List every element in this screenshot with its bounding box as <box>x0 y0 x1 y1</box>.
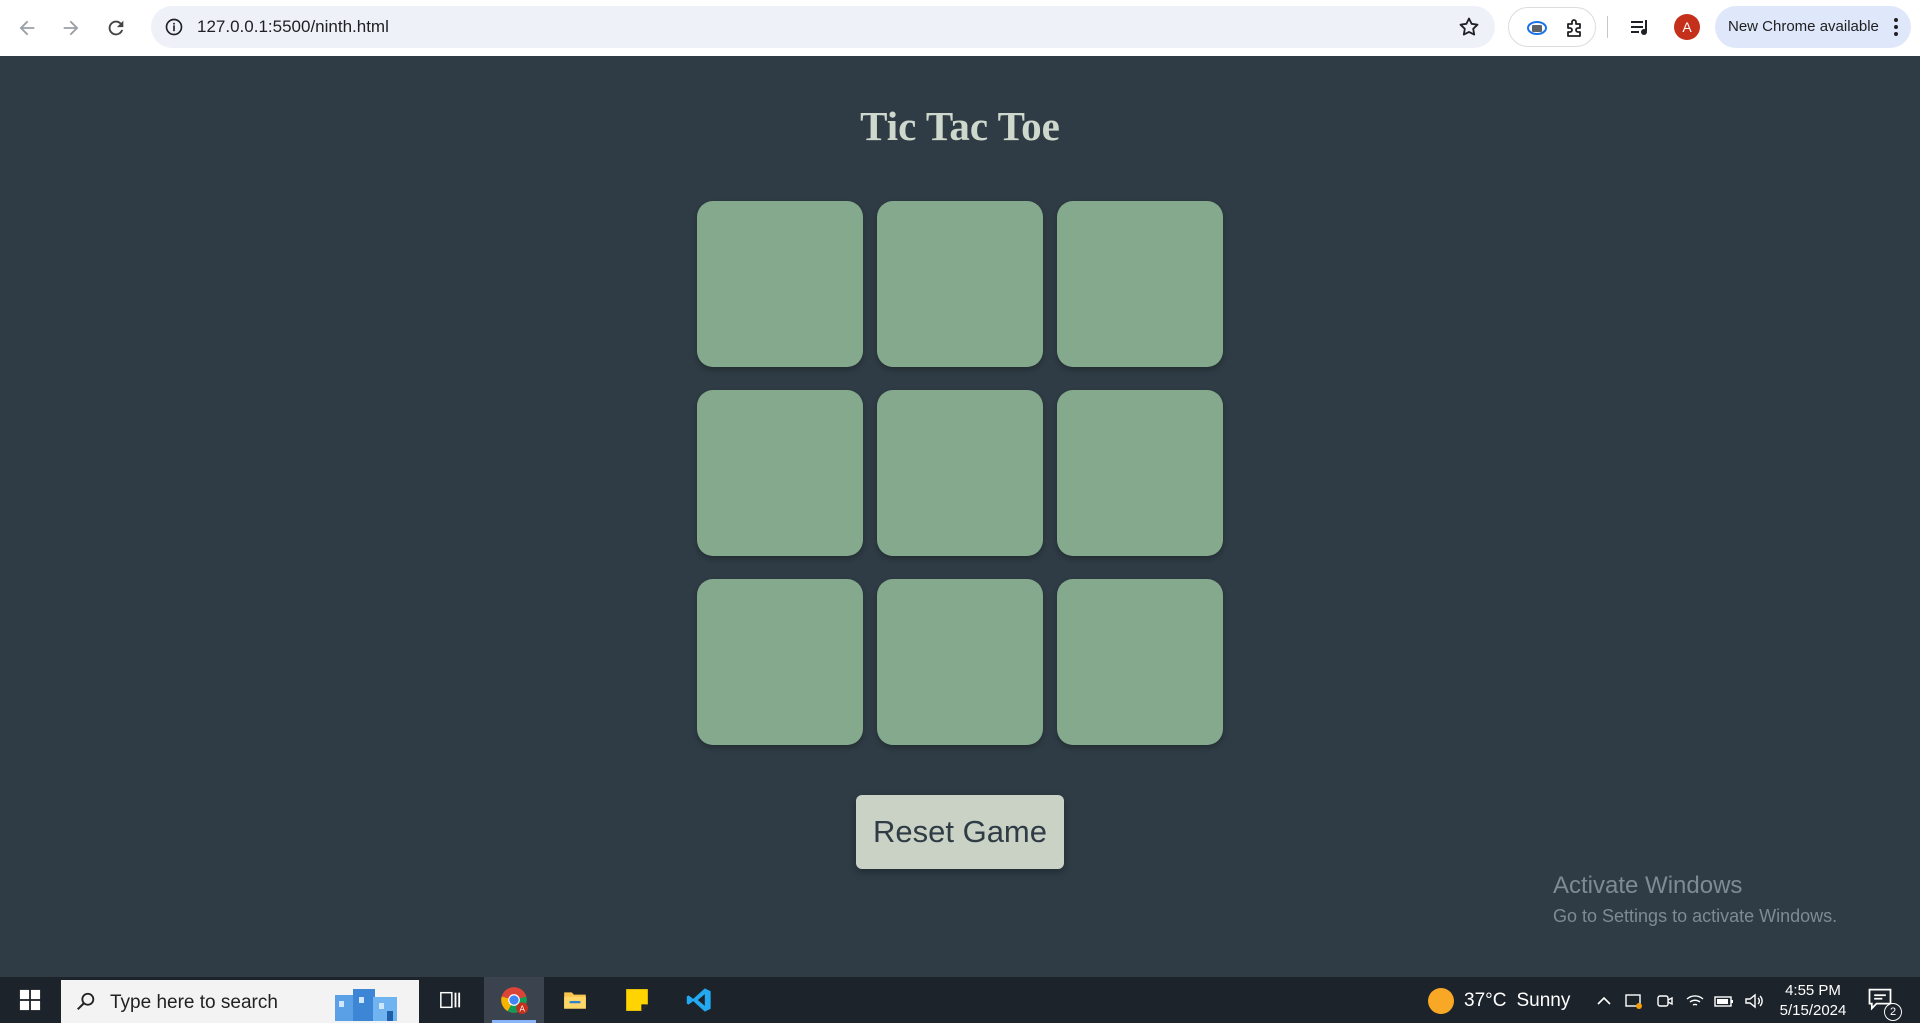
media-icon[interactable] <box>1628 15 1652 39</box>
taskbar-file-explorer[interactable] <box>545 977 605 1023</box>
board-cell[interactable] <box>1057 390 1223 556</box>
volume-icon[interactable] <box>1744 991 1764 1011</box>
chrome-icon: A <box>501 987 528 1014</box>
kebab-icon[interactable] <box>1891 16 1901 38</box>
game-board <box>697 201 1223 745</box>
watermark-subtitle: Go to Settings to activate Windows. <box>1553 906 1838 926</box>
board-cell[interactable] <box>697 579 863 745</box>
reload-icon <box>108 20 124 36</box>
puzzle-icon[interactable] <box>1563 16 1587 40</box>
update-chrome-label: New Chrome available <box>1728 18 1879 35</box>
board-cell[interactable] <box>1057 579 1223 745</box>
forward-icon <box>63 20 79 36</box>
forward-button[interactable] <box>53 10 89 46</box>
vscode-icon <box>686 988 711 1012</box>
task-view-button[interactable] <box>420 977 480 1023</box>
taskbar: Type here to search A 37°C Sunny 4:55 PM… <box>0 977 1920 1023</box>
meet-now-icon[interactable] <box>1624 991 1644 1011</box>
sun-icon <box>1428 988 1454 1014</box>
notification-count-badge: 2 <box>1884 1003 1902 1021</box>
network-icon[interactable] <box>1685 991 1705 1011</box>
board-cell[interactable] <box>1057 201 1223 367</box>
start-button[interactable] <box>0 977 60 1023</box>
star-icon[interactable] <box>1457 15 1481 39</box>
back-icon <box>19 20 35 36</box>
weather-widget[interactable]: 37°C Sunny <box>1428 988 1570 1014</box>
reload-button[interactable] <box>98 10 134 46</box>
taskbar-chrome[interactable]: A <box>484 977 544 1023</box>
toolbar-divider <box>1607 16 1608 38</box>
extensions-group <box>1508 7 1596 47</box>
search-highlight-image <box>329 983 409 1023</box>
task-view-icon <box>440 991 461 1009</box>
board-cell[interactable] <box>877 201 1043 367</box>
url-text[interactable]: 127.0.0.1:5500/ninth.html <box>197 17 389 37</box>
taskbar-sticky-notes[interactable] <box>607 977 667 1023</box>
board-cell[interactable] <box>877 579 1043 745</box>
update-chrome-button[interactable]: New Chrome available <box>1715 6 1911 48</box>
camera-icon[interactable] <box>1655 991 1675 1011</box>
watermark-title: Activate Windows <box>1553 872 1743 899</box>
svg-text:A: A <box>519 1005 525 1014</box>
file-explorer-icon <box>564 992 586 1009</box>
windows-icon <box>19 989 41 1011</box>
board-cell[interactable] <box>877 390 1043 556</box>
activate-windows-watermark: Activate Windows Go to Settings to activ… <box>1553 872 1837 927</box>
info-icon[interactable] <box>163 16 185 38</box>
chevron-up-icon[interactable] <box>1594 991 1614 1011</box>
clock-date: 5/15/2024 <box>1779 1002 1847 1019</box>
search-placeholder: Type here to search <box>110 992 278 1013</box>
extension-icon[interactable] <box>1525 16 1549 40</box>
weather-temp: 37°C <box>1464 990 1507 1011</box>
taskbar-vscode[interactable] <box>669 977 729 1023</box>
profile-avatar[interactable]: A <box>1674 14 1700 40</box>
taskbar-search[interactable]: Type here to search <box>61 980 419 1023</box>
address-bar[interactable]: 127.0.0.1:5500/ninth.html <box>151 6 1495 48</box>
search-icon <box>75 991 97 1013</box>
clock-time: 4:55 PM <box>1785 982 1841 999</box>
sticky-notes-icon <box>626 989 648 1011</box>
browser-toolbar: 127.0.0.1:5500/ninth.html A New Chrome a… <box>0 0 1920 56</box>
battery-icon[interactable] <box>1714 991 1734 1011</box>
board-cell[interactable] <box>697 201 863 367</box>
weather-desc: Sunny <box>1516 990 1571 1011</box>
back-button[interactable] <box>9 10 45 46</box>
page-title: Tic Tac Toe <box>860 103 1060 149</box>
reset-game-button[interactable]: Reset Game <box>856 795 1064 869</box>
taskbar-clock[interactable]: 4:55 PM 5/15/2024 <box>1772 981 1854 1021</box>
board-cell[interactable] <box>697 390 863 556</box>
